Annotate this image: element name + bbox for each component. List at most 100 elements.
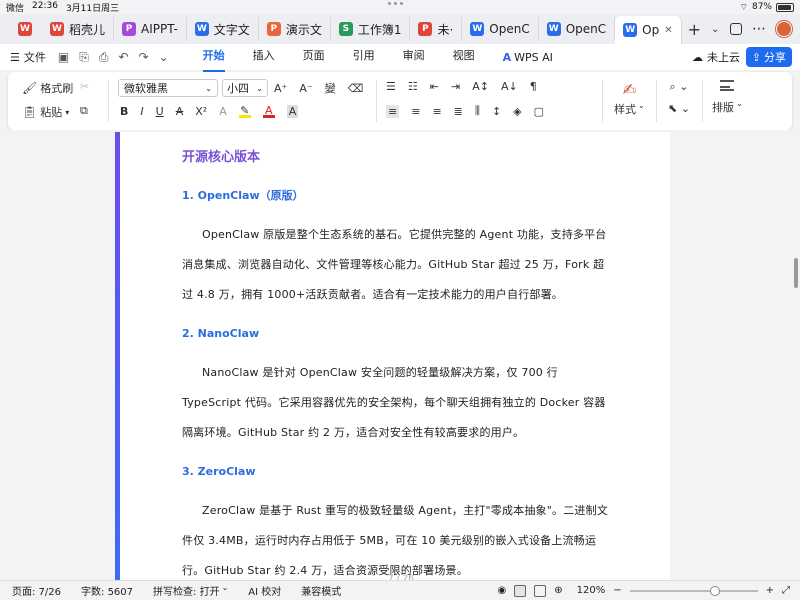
increase-indent-icon[interactable]: ⇥: [451, 80, 460, 93]
font-color-button[interactable]: A: [262, 104, 275, 118]
menu-insert[interactable]: 插入: [253, 43, 275, 72]
underline-button[interactable]: U: [156, 105, 164, 118]
text-effect-icon[interactable]: A: [219, 105, 227, 118]
window-switch-icon[interactable]: [730, 23, 742, 35]
char-shading-button[interactable]: A: [286, 104, 299, 118]
menu-start[interactable]: 开始: [202, 43, 225, 72]
word-count[interactable]: 字数: 5607: [81, 583, 133, 598]
outline-view-icon[interactable]: [534, 584, 547, 597]
align-center-icon[interactable]: ≡: [411, 105, 420, 118]
cut-button[interactable]: ✂: [80, 80, 89, 93]
justify-icon[interactable]: ≣: [454, 105, 463, 118]
phonetic-icon[interactable]: 變: [325, 80, 336, 96]
tab-icon: S: [338, 22, 353, 36]
bullet-list-icon[interactable]: ☰: [386, 80, 396, 93]
border-icon[interactable]: ▢: [534, 105, 544, 118]
tab-item[interactable]: S 工作簿1: [331, 17, 411, 41]
spell-check-toggle[interactable]: 拼写检查: 打开 ⌄: [153, 583, 228, 598]
multitask-dots[interactable]: [388, 2, 403, 5]
new-tab-icon[interactable]: +: [688, 20, 701, 39]
layout-button[interactable]: 排版 ⌄: [712, 80, 743, 115]
tab-label: OpenC: [489, 22, 530, 36]
tab-item[interactable]: P 未·: [410, 17, 463, 41]
tab-item[interactable]: W 文字文: [187, 17, 259, 41]
italic-button[interactable]: I: [140, 105, 143, 118]
highlight-button[interactable]: ✎: [238, 104, 251, 118]
tab-icon: W: [470, 22, 485, 36]
page-view-icon[interactable]: [514, 584, 527, 597]
numbered-list-icon[interactable]: ☷: [408, 80, 418, 93]
tab-label: AIPPT-: [141, 22, 178, 36]
document-content[interactable]: 开源核心版本 1. OpenClaw（原版） OpenClaw 原版是整个生态系…: [182, 148, 612, 586]
scissors-icon: ✂: [80, 80, 90, 93]
home-ribbon: 🖌︎ 格式刷 ✂ 📋︎ 粘贴 ▾ ⧉ 微软雅黑 ⌄ 小四 ⌄ A⁺ A⁻ 變 ⌫…: [8, 72, 792, 130]
align-right-icon[interactable]: ≡: [432, 105, 441, 118]
tab-item[interactable]: W OpenC: [462, 17, 539, 41]
zoom-slider-knob[interactable]: [709, 585, 720, 596]
zoom-value[interactable]: 120%: [577, 585, 606, 596]
menu-wps-ai[interactable]: A WPS AI: [503, 43, 553, 72]
share-button[interactable]: ⇪ 分享: [745, 47, 792, 67]
undo-icon[interactable]: ↶: [118, 50, 128, 65]
page-indicator[interactable]: 页面: 7/26: [12, 583, 61, 598]
show-marks-icon[interactable]: ¶: [530, 80, 537, 93]
file-menu[interactable]: ☰ 文件: [10, 49, 46, 65]
zoom-in-icon[interactable]: +: [766, 585, 774, 596]
more-icon[interactable]: ⋯: [752, 21, 766, 37]
redo-icon[interactable]: ↷: [139, 50, 149, 65]
tab-item[interactable]: P 演示文: [259, 17, 331, 41]
battery-percent: 87%: [751, 2, 772, 12]
ai-proofread-button[interactable]: AI 校对: [248, 583, 281, 598]
hamburger-icon: ☰: [10, 50, 20, 64]
menu-reference[interactable]: 引用: [353, 43, 375, 72]
tab-item[interactable]: W OpenC: [539, 17, 616, 41]
strikethrough-button[interactable]: A: [176, 105, 184, 118]
align-left-icon[interactable]: ≡: [386, 104, 400, 118]
distribute-icon[interactable]: ⫼: [475, 104, 480, 118]
copy-icon: ⧉: [80, 104, 88, 117]
paste-button[interactable]: 📋︎ 粘贴 ▾: [22, 104, 69, 120]
clear-format-icon[interactable]: ⌫: [348, 82, 364, 95]
decrease-indent-icon[interactable]: ⇤: [430, 80, 439, 93]
menu-review[interactable]: 审阅: [403, 43, 425, 72]
tab-home[interactable]: W: [8, 17, 42, 41]
find-icon[interactable]: ⌕ ⌄: [670, 80, 689, 94]
chevron-down-icon[interactable]: ⌄: [159, 50, 169, 65]
tab-item[interactable]: W 稻壳儿: [42, 17, 115, 41]
subsection-heading: 2. NanoClaw: [182, 324, 612, 344]
superscript-button[interactable]: X²: [195, 105, 207, 118]
close-tab-icon[interactable]: ✕: [664, 25, 672, 36]
shading-icon[interactable]: ◈: [513, 105, 521, 118]
sort-icon[interactable]: A↓: [501, 80, 518, 93]
vertical-scrollbar[interactable]: [794, 258, 798, 288]
export-icon[interactable]: ⎘: [79, 50, 89, 65]
fullscreen-icon[interactable]: ⤢: [782, 585, 790, 596]
zoom-out-icon[interactable]: −: [613, 585, 621, 596]
tab-item[interactable]: P AIPPT-: [114, 17, 187, 41]
bold-button[interactable]: B: [120, 105, 128, 118]
tab-item-active[interactable]: W Op ✕: [615, 16, 682, 44]
shrink-font-icon[interactable]: A⁻: [299, 82, 312, 95]
chevron-down-icon[interactable]: ⌄: [711, 24, 719, 39]
web-view-icon[interactable]: ⊕: [554, 585, 562, 596]
avatar[interactable]: [776, 21, 792, 37]
font-family-select[interactable]: 微软雅黑 ⌄: [118, 79, 218, 97]
font-family-value: 微软雅黑: [124, 82, 168, 95]
chinese-layout-icon[interactable]: A↕: [472, 80, 489, 93]
format-painter-button[interactable]: 🖌︎ 格式刷: [22, 80, 73, 96]
select-icon[interactable]: ⬉ ⌄: [668, 102, 690, 115]
font-size-select[interactable]: 小四 ⌄: [222, 79, 268, 97]
styles-button[interactable]: ✍︎ 样式 ⌄: [614, 80, 645, 117]
copy-button[interactable]: ⧉: [80, 104, 88, 118]
save-icon[interactable]: ▣: [58, 50, 69, 65]
eye-icon[interactable]: ◉: [498, 585, 507, 596]
zoom-slider[interactable]: [629, 585, 758, 596]
section-heading: 开源核心版本: [182, 150, 261, 165]
print-icon[interactable]: ⎙: [99, 50, 109, 65]
menu-page[interactable]: 页面: [303, 43, 325, 72]
cloud-status[interactable]: ☁ 未上云: [692, 49, 740, 65]
line-spacing-icon[interactable]: ↕: [492, 105, 501, 118]
menu-view[interactable]: 视图: [453, 43, 475, 72]
grow-font-icon[interactable]: A⁺: [274, 82, 287, 95]
cloud-upload-icon: ☁: [692, 50, 703, 64]
